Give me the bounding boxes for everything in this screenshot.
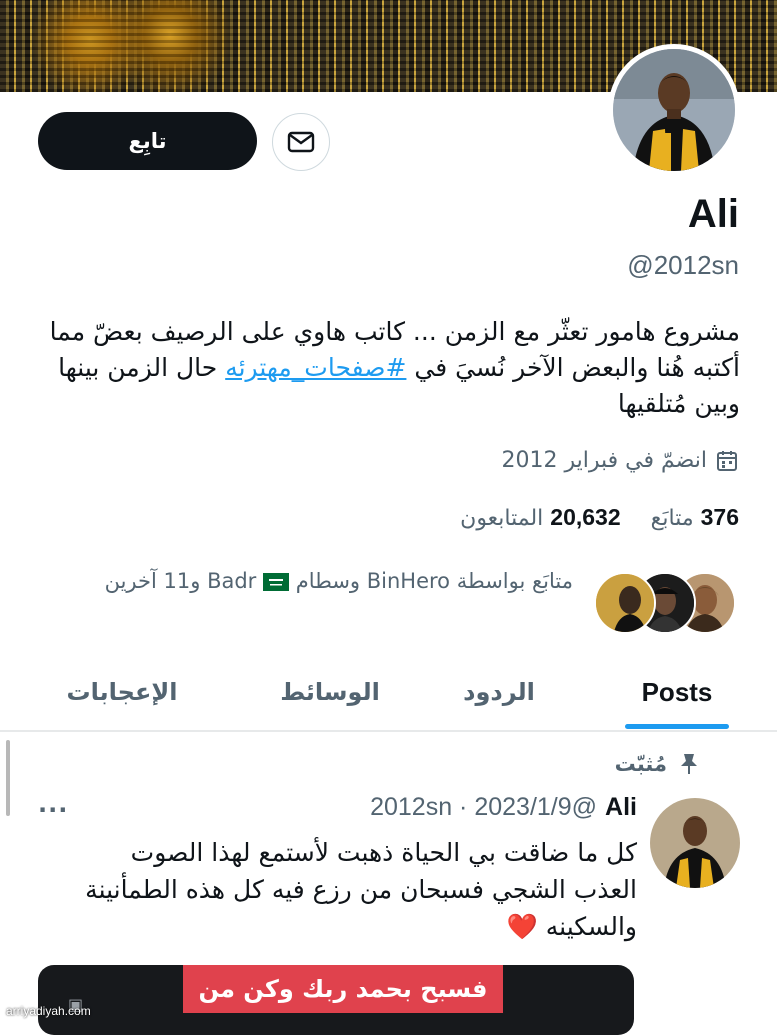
tab-likes[interactable]: الإعجابات: [40, 654, 204, 730]
following-count: 376: [700, 504, 739, 530]
envelope-icon: [287, 131, 315, 153]
post-more-button[interactable]: ···: [38, 796, 68, 824]
tab-media[interactable]: الوسائط: [258, 654, 402, 730]
followers-count: 20,632: [550, 504, 621, 530]
tabs-divider: [0, 730, 777, 732]
saudi-flag-icon: [263, 573, 289, 591]
follower-avatar-3: [594, 572, 656, 634]
post-author-meta[interactable]: @2012sn · 2023/1/9: [370, 793, 597, 822]
tab-posts[interactable]: Posts: [622, 654, 732, 730]
pinned-indicator: مُثبّت: [615, 752, 699, 776]
followed-by-others: Badr و11 آخرين: [104, 569, 257, 593]
followed-by-text[interactable]: متابَع بواسطة BinHero وسطام Badr و11 آخر…: [60, 564, 573, 598]
player-photo-icon: [650, 798, 740, 888]
scrollbar[interactable]: [6, 740, 10, 816]
bio-hashtag-link[interactable]: #صفحات_مهترئه: [225, 353, 406, 382]
followers-you-know-avatars[interactable]: [592, 572, 740, 634]
pinned-label: مُثبّت: [614, 752, 667, 776]
player-photo-icon: [613, 49, 735, 171]
active-tab-indicator: [625, 724, 729, 729]
follow-button[interactable]: تابِع: [38, 112, 257, 170]
profile-handle: @2012sn: [627, 250, 739, 280]
post-author-name[interactable]: Ali: [605, 793, 637, 822]
post-author-avatar[interactable]: [650, 798, 740, 888]
pin-icon: [681, 754, 697, 774]
followed-by-names: متابَع بواسطة BinHero وسطام: [295, 569, 573, 593]
person-icon: [596, 574, 654, 632]
joined-text: انضمّ في فبراير 2012: [501, 448, 707, 473]
following-stat[interactable]: 376 متابَع: [651, 504, 739, 531]
followers-stat[interactable]: 20,632 المتابعون: [460, 504, 621, 531]
calendar-icon: [717, 450, 737, 471]
post-header: Ali @2012sn · 2023/1/9: [370, 793, 637, 822]
following-label: متابَع: [650, 506, 694, 531]
profile-avatar[interactable]: [608, 44, 740, 176]
profile-bio: مشروع هامور تعثّر مع الزمن ... كاتب هاوي…: [40, 314, 740, 422]
profile-stats: 376 متابَع 20,632 المتابعون: [460, 504, 739, 531]
post-media[interactable]: فسبح بحمد ربك وكن من ▣: [38, 965, 634, 1035]
profile-tabs: Posts الردود الوسائط الإعجابات: [0, 654, 777, 730]
watermark: arriyadiyah.com: [6, 1004, 91, 1018]
tab-replies[interactable]: الردود: [440, 654, 558, 730]
profile-name: Ali: [687, 192, 739, 236]
message-button[interactable]: [272, 113, 330, 171]
media-caption: فسبح بحمد ربك وكن من: [183, 965, 503, 1013]
followers-label: المتابعون: [460, 506, 544, 531]
post-text: كل ما ضاقت بي الحياة ذهبت لأستمع لهذا ال…: [85, 838, 637, 941]
joined-date: انضمّ في فبراير 2012: [502, 448, 739, 473]
